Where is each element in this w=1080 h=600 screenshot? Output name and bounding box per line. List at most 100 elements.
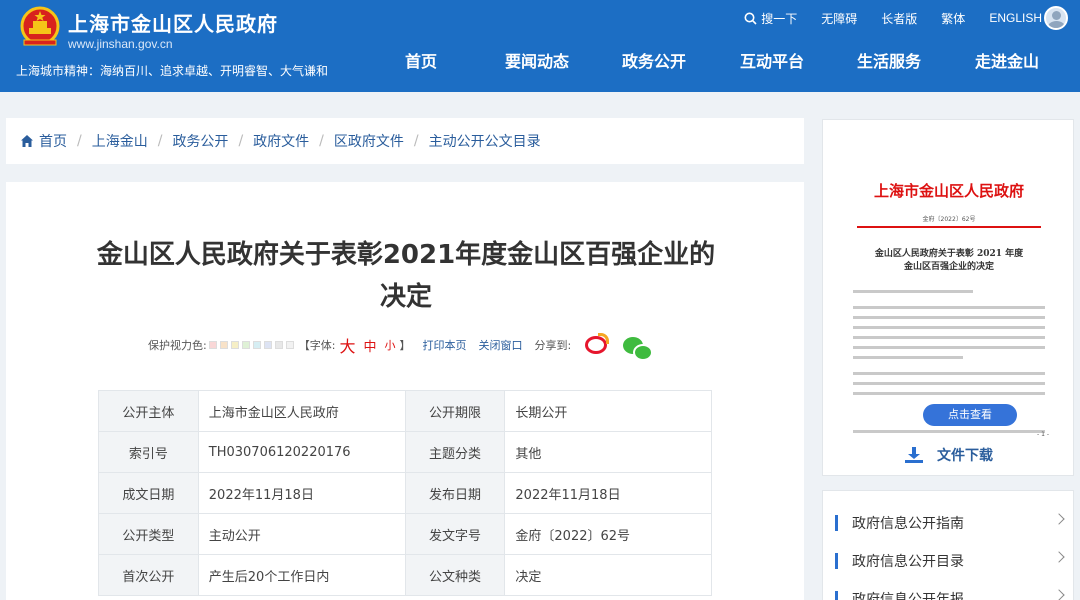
metadata-value: 2022年11月18日 <box>504 472 712 514</box>
metadata-row: 首次公开 产生后20个工作日内 公文种类 决定 <box>98 554 712 596</box>
document-text-line <box>853 326 1045 329</box>
link-disclosure-catalog[interactable]: 政府信息公开目录 <box>835 551 1065 571</box>
eye-color-swatch[interactable] <box>208 341 217 349</box>
site-name[interactable]: 上海市金山区人民政府 <box>68 8 278 37</box>
document-text-line <box>853 290 973 293</box>
chevron-right-icon <box>1053 513 1065 525</box>
nav-gov-affairs[interactable]: 政务公开 <box>622 48 686 72</box>
metadata-value: 2022年11月18日 <box>197 472 406 514</box>
metadata-key: 公文种类 <box>404 554 506 596</box>
search-label: 搜一下 <box>761 11 798 26</box>
close-window-link[interactable]: 关闭窗口 <box>478 337 522 353</box>
document-text-line <box>853 392 1045 395</box>
document-number: 金府〔2022〕62号 <box>922 216 976 223</box>
article-toolbar: 保护视力色: 【字体: 大 中 小 】 打印本页 关闭窗口 分享到: <box>148 333 654 361</box>
metadata-value: 金府〔2022〕62号 <box>504 513 712 555</box>
breadcrumb-separator: / <box>413 133 419 149</box>
metadata-key: 公开主体 <box>98 390 199 432</box>
font-size-large[interactable]: 大 <box>339 333 355 357</box>
breadcrumb-shanghai-jinshan[interactable]: 上海金山 <box>92 131 148 151</box>
wechat-icon[interactable] <box>623 336 654 361</box>
eye-color-swatch[interactable] <box>263 341 272 349</box>
breadcrumb-public-catalog[interactable]: 主动公开公文目录 <box>429 131 541 151</box>
eye-color-swatch[interactable] <box>230 341 239 349</box>
metadata-row: 公开主体 上海市金山区人民政府 公开期限 长期公开 <box>98 390 712 432</box>
download-icon <box>905 447 923 463</box>
nav-home[interactable]: 首页 <box>405 48 437 72</box>
search-icon <box>744 12 757 25</box>
link-disclosure-guide[interactable]: 政府信息公开指南 <box>835 513 1065 533</box>
document-preview-title: 金山区人民政府关于表彰 2021 年度 金山区百强企业的决定 <box>843 248 1055 274</box>
eye-color-swatch[interactable] <box>219 341 228 349</box>
home-icon <box>21 135 33 147</box>
link-marker <box>835 553 838 569</box>
metadata-value: TH030706120220176 <box>197 431 406 473</box>
national-emblem-icon <box>20 6 60 46</box>
article-card: 金山区人民政府关于表彰2021年度金山区百强企业的决定 保护视力色: 【字体: … <box>6 182 804 600</box>
english-link[interactable]: ENGLISH <box>977 11 1044 25</box>
eye-protect-label: 保护视力色: <box>148 339 207 352</box>
metadata-row: 公开类型 主动公开 发文字号 金府〔2022〕62号 <box>98 513 712 555</box>
elder-version-link[interactable]: 长者版 <box>869 10 929 27</box>
metadata-value: 上海市金山区人民政府 <box>197 390 406 432</box>
document-text-line <box>853 336 1045 339</box>
eye-color-swatch[interactable] <box>285 341 294 349</box>
chevron-right-icon <box>1053 551 1065 563</box>
eye-color-swatch[interactable] <box>252 341 261 349</box>
view-document-button[interactable]: 点击查看 <box>923 404 1017 426</box>
nav-life-services[interactable]: 生活服务 <box>857 48 921 72</box>
font-size-label: 【字体: <box>298 339 336 352</box>
link-label: 政府信息公开年报 <box>852 592 964 600</box>
document-text-line <box>853 356 963 359</box>
link-marker <box>835 515 838 531</box>
nav-about-jinshan[interactable]: 走进金山 <box>975 48 1039 72</box>
document-thumbnail[interactable]: 上海市金山区人民政府 金府〔2022〕62号 金山区人民政府关于表彰 2021 … <box>843 122 1055 442</box>
search-link[interactable]: 搜一下 <box>732 10 809 27</box>
font-size-small[interactable]: 小 <box>384 337 395 353</box>
share-label: 分享到: <box>534 339 572 352</box>
breadcrumb-gov-documents[interactable]: 政府文件 <box>253 131 309 151</box>
chevron-right-icon <box>1053 589 1065 600</box>
eye-color-swatches <box>208 341 297 349</box>
article-title: 金山区人民政府关于表彰2021年度金山区百强企业的决定 <box>96 240 716 312</box>
document-issuer: 上海市金山区人民政府 <box>873 182 1024 200</box>
eye-color-swatch[interactable] <box>274 341 283 349</box>
link-disclosure-annual-report[interactable]: 政府信息公开年报 <box>835 589 1065 600</box>
print-page-link[interactable]: 打印本页 <box>422 337 466 353</box>
metadata-value: 产生后20个工作日内 <box>197 554 406 596</box>
breadcrumb-separator: / <box>319 133 324 149</box>
metadata-key: 公开类型 <box>98 513 199 555</box>
info-disclosure-links: 政府信息公开指南 政府信息公开目录 政府信息公开年报 <box>822 490 1074 600</box>
breadcrumb-separator: / <box>77 133 82 149</box>
document-text-line <box>853 372 1045 375</box>
nav-news[interactable]: 要闻动态 <box>505 48 569 72</box>
nav-interaction[interactable]: 互动平台 <box>740 48 804 72</box>
main-nav: 首页 要闻动态 政务公开 互动平台 生活服务 走进金山 <box>0 48 1080 74</box>
document-page-number: - 1 - <box>1037 431 1049 438</box>
eye-color-swatch[interactable] <box>241 341 250 349</box>
traditional-chinese-link[interactable]: 繁体 <box>929 10 977 27</box>
breadcrumb-separator: / <box>238 133 244 149</box>
document-preview-title-line: 金山区百强企业的决定 <box>903 262 994 272</box>
breadcrumb-district-documents[interactable]: 区政府文件 <box>334 131 404 151</box>
document-text-line <box>853 306 1045 309</box>
metadata-value: 其他 <box>504 431 712 473</box>
metadata-row: 成文日期 2022年11月18日 发布日期 2022年11月18日 <box>98 472 712 514</box>
file-download-link[interactable]: 文件下载 <box>905 445 993 465</box>
metadata-row: 索引号 TH030706120220176 主题分类 其他 <box>98 431 712 473</box>
breadcrumb: 首页 / 上海金山 / 政务公开 / 政府文件 / 区政府文件 / 主动公开公文… <box>6 118 804 164</box>
breadcrumb-home[interactable]: 首页 <box>39 131 67 151</box>
accessible-link[interactable]: 无障碍 <box>809 10 869 27</box>
document-text-line <box>853 346 1045 349</box>
breadcrumb-gov-affairs[interactable]: 政务公开 <box>172 131 228 151</box>
file-download-label: 文件下载 <box>937 448 993 464</box>
document-text-line <box>853 316 1045 319</box>
font-size-medium[interactable]: 中 <box>363 336 376 355</box>
link-label: 政府信息公开目录 <box>852 554 964 570</box>
user-avatar-icon[interactable] <box>1044 6 1068 30</box>
link-marker <box>835 591 838 600</box>
site-header: 上海市金山区人民政府 www.jinshan.gov.cn 上海城市精神：海纳百… <box>0 0 1080 92</box>
metadata-key: 索引号 <box>98 431 199 473</box>
metadata-key: 公开期限 <box>404 390 506 432</box>
weibo-icon[interactable] <box>585 333 610 354</box>
